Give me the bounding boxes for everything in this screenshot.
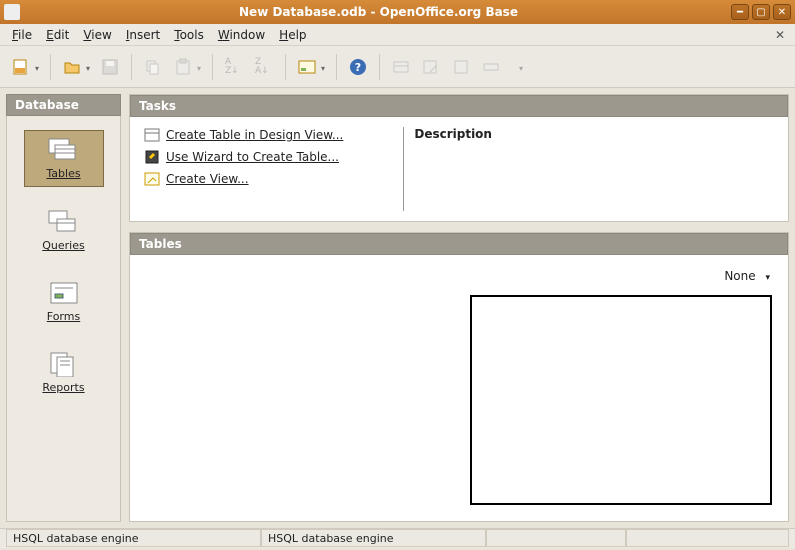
tasks-panel: Tasks Create Table in Design View... Use… [129,94,789,222]
queries-icon [47,209,81,235]
window-title: New Database.odb - OpenOffice.org Base [26,5,731,19]
help-icon: ? [349,58,367,76]
menu-insert[interactable]: Insert [120,26,166,44]
tables-panel-header: Tables [130,233,788,255]
menu-tools[interactable]: Tools [168,26,210,44]
sidebar-item-forms[interactable]: Forms [24,274,104,329]
sidebar-item-tables[interactable]: Tables [24,130,104,187]
sort-asc-button[interactable]: AZ↓ [221,53,247,81]
sidebar-item-label: Queries [42,239,84,252]
sort-asc-icon: AZ↓ [225,58,243,76]
sidebar-item-queries[interactable]: Queries [24,203,104,258]
statusbar: HSQL database engine HSQL database engin… [0,528,795,548]
save-button[interactable] [97,53,123,81]
rename-icon [482,58,500,76]
menu-help[interactable]: Help [273,26,312,44]
maximize-button[interactable]: ▢ [752,4,770,20]
menu-file[interactable]: File [6,26,38,44]
table-icon [392,58,410,76]
database-panel: Database Tables Queries Forms [6,94,121,522]
description-heading: Description [403,127,492,211]
close-button[interactable]: ✕ [773,4,791,20]
sidebar-item-reports[interactable]: Reports [24,345,104,400]
document-close-button[interactable]: ✕ [771,28,789,42]
preview-mode-label: None [724,269,755,283]
toolbar-separator [50,54,51,80]
design-view-icon [144,127,160,143]
menubar: File Edit View Insert Tools Window Help … [0,24,795,46]
content-panel: Tasks Create Table in Design View... Use… [129,94,789,522]
task-label: Create View... [166,172,249,186]
delete-icon [452,58,470,76]
svg-text:?: ? [355,61,361,74]
edit-button[interactable] [418,53,444,81]
sort-desc-button[interactable]: ZA↓ [251,53,277,81]
task-list: Create Table in Design View... Use Wizar… [144,127,343,211]
delete-button[interactable] [448,53,474,81]
tables-icon [47,137,81,163]
status-cell-4 [626,529,789,547]
help-button[interactable]: ? [345,53,371,81]
toolbar-separator [212,54,213,80]
table-design-button[interactable] [388,53,414,81]
window-controls: ━ ▢ ✕ [731,4,791,20]
folder-open-icon [63,58,81,76]
toolbar-separator [285,54,286,80]
forms-icon [47,280,81,306]
task-label: Use Wizard to Create Table... [166,150,339,164]
reports-icon [47,351,81,377]
status-cell-3 [486,529,626,547]
rename-button[interactable] [478,53,504,81]
form-icon [298,58,316,76]
copy-button[interactable] [140,53,166,81]
task-create-view[interactable]: Create View... [144,171,343,187]
preview-area [470,295,772,505]
open-button[interactable] [59,53,93,81]
tables-panel-body: None [130,255,788,521]
toolbar: AZ↓ ZA↓ ? [0,46,795,88]
database-panel-header: Database [6,94,121,116]
toolbar-separator [131,54,132,80]
task-create-design-view[interactable]: Create Table in Design View... [144,127,343,143]
wizard-icon [144,149,160,165]
tasks-panel-header: Tasks [130,95,788,117]
database-panel-body: Tables Queries Forms Reports [6,116,121,522]
menu-edit[interactable]: Edit [40,26,75,44]
form-button[interactable] [294,53,328,81]
copy-icon [144,58,162,76]
sort-desc-icon: ZA↓ [255,58,273,76]
sidebar-item-label: Tables [46,167,80,180]
task-use-wizard[interactable]: Use Wizard to Create Table... [144,149,343,165]
paste-button[interactable] [170,53,204,81]
toolbar-separator [379,54,380,80]
toolbar-separator [336,54,337,80]
app-icon [4,4,20,20]
titlebar: New Database.odb - OpenOffice.org Base ━… [0,0,795,24]
tasks-panel-body: Create Table in Design View... Use Wizar… [130,117,788,221]
status-cell-1: HSQL database engine [6,529,261,547]
status-cell-2: HSQL database engine [261,529,486,547]
new-icon [12,58,30,76]
new-button[interactable] [8,53,42,81]
edit-icon [422,58,440,76]
task-label: Create Table in Design View... [166,128,343,142]
create-view-icon [144,171,160,187]
sidebar-item-label: Reports [42,381,84,394]
menu-window[interactable]: Window [212,26,271,44]
toolbar-overflow[interactable] [508,53,526,81]
minimize-button[interactable]: ━ [731,4,749,20]
menu-view[interactable]: View [77,26,117,44]
save-icon [101,58,119,76]
sidebar-item-label: Forms [47,310,80,323]
tables-panel: Tables None [129,232,789,522]
paste-icon [174,58,192,76]
preview-mode-dropdown[interactable]: None [724,269,770,283]
workspace: Database Tables Queries Forms [0,88,795,528]
